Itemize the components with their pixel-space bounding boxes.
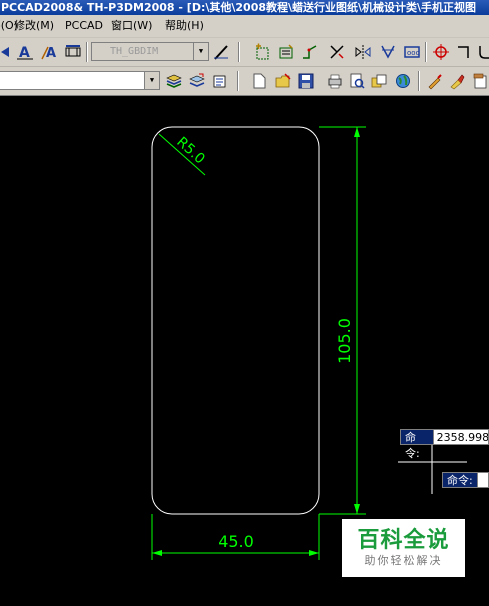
command-value-input[interactable] <box>477 472 489 488</box>
command-label: 命令: <box>442 472 478 488</box>
layer-state-icon[interactable] <box>209 70 231 92</box>
paste-icon[interactable] <box>469 70 489 92</box>
trim-icon[interactable] <box>326 41 348 63</box>
layer-combo[interactable]: ▼ <box>0 71 160 90</box>
dim-edit-icon[interactable] <box>210 41 232 63</box>
toolbar-separator <box>237 71 239 91</box>
break-line-icon[interactable] <box>453 41 475 63</box>
match-properties-icon[interactable] <box>446 70 468 92</box>
print-icon[interactable] <box>324 70 346 92</box>
chevron-down-icon[interactable]: ▼ <box>144 72 159 89</box>
publish-icon[interactable] <box>368 70 390 92</box>
width-dimension-text: 45.0 <box>218 532 254 551</box>
dynamic-input-prompt-secondary[interactable]: 命令: <box>442 472 489 488</box>
menu-bar: o(O) 修改(M) PCCAD 窗口(W) 帮助(H) <box>0 15 489 38</box>
dimension-toolbar: A A TH_GBDIM ▼ ooo <box>0 38 489 67</box>
toolbar-separator <box>238 42 240 62</box>
arrow-down-icon <box>354 504 360 514</box>
toolbar-separator <box>425 42 427 62</box>
layer-previous-icon[interactable] <box>186 70 208 92</box>
table-grid-icon[interactable]: ooo <box>401 41 423 63</box>
command-label: 命令: <box>400 429 434 460</box>
height-dimension-text: 105.0 <box>335 318 354 364</box>
web-globe-icon[interactable] <box>392 70 414 92</box>
arrow-right-icon <box>309 550 319 556</box>
pen-tool-icon[interactable] <box>424 70 446 92</box>
phone-outline[interactable] <box>151 126 320 515</box>
dim-style-combo[interactable]: TH_GBDIM ▼ <box>91 42 209 61</box>
attribute-edit-icon[interactable] <box>275 41 297 63</box>
leader-text-icon[interactable]: A <box>38 41 60 63</box>
insert-block-icon[interactable] <box>251 41 273 63</box>
command-value-input[interactable]: 2358.998 <box>433 429 489 445</box>
print-preview-icon[interactable] <box>346 70 368 92</box>
arrow-left-icon <box>152 550 162 556</box>
new-file-icon[interactable] <box>248 70 270 92</box>
window-title-bar[interactable]: PCCAD2008& TH-P3DM2008 - [D:\其他\2008教程\蜡… <box>0 0 489 15</box>
dynamic-input-prompt[interactable]: 命令: 2358.998 <box>400 429 489 460</box>
toolbar-separator <box>86 42 88 62</box>
menu-item-modify[interactable]: 修改(M) <box>14 15 54 37</box>
menu-item-window[interactable]: 窗口(W) <box>111 15 152 37</box>
watermark-logo: 百科全说 助你轻松解决 <box>342 519 465 577</box>
watermark-brand: 百科全说 <box>357 528 450 553</box>
fillet-icon[interactable] <box>474 41 489 63</box>
center-mark-icon[interactable] <box>430 41 452 63</box>
standard-toolbar: ▼ <box>0 67 489 96</box>
arrow-up-icon <box>354 127 360 137</box>
menu-item-help[interactable]: 帮助(H) <box>165 15 204 37</box>
open-folder-icon[interactable] <box>272 70 294 92</box>
dim-style-value: TH_GBDIM <box>110 46 159 57</box>
dimension-style-icon[interactable] <box>62 41 84 63</box>
layers-icon[interactable] <box>163 70 185 92</box>
window-title: PCCAD2008& TH-P3DM2008 - [D:\其他\2008教程\蜡… <box>1 1 477 14</box>
watermark-tagline: 助你轻松解决 <box>364 554 443 567</box>
text-style-icon[interactable]: A <box>14 41 36 63</box>
toolbar-separator <box>418 71 420 91</box>
save-icon[interactable] <box>295 70 317 92</box>
chevron-down-icon[interactable]: ▼ <box>193 43 208 60</box>
polyline-icon[interactable] <box>299 41 321 63</box>
menu-item-pccad[interactable]: PCCAD <box>65 15 103 37</box>
array-icon[interactable] <box>377 41 399 63</box>
svg-text:ooo: ooo <box>407 49 420 57</box>
mirror-icon[interactable] <box>352 41 374 63</box>
